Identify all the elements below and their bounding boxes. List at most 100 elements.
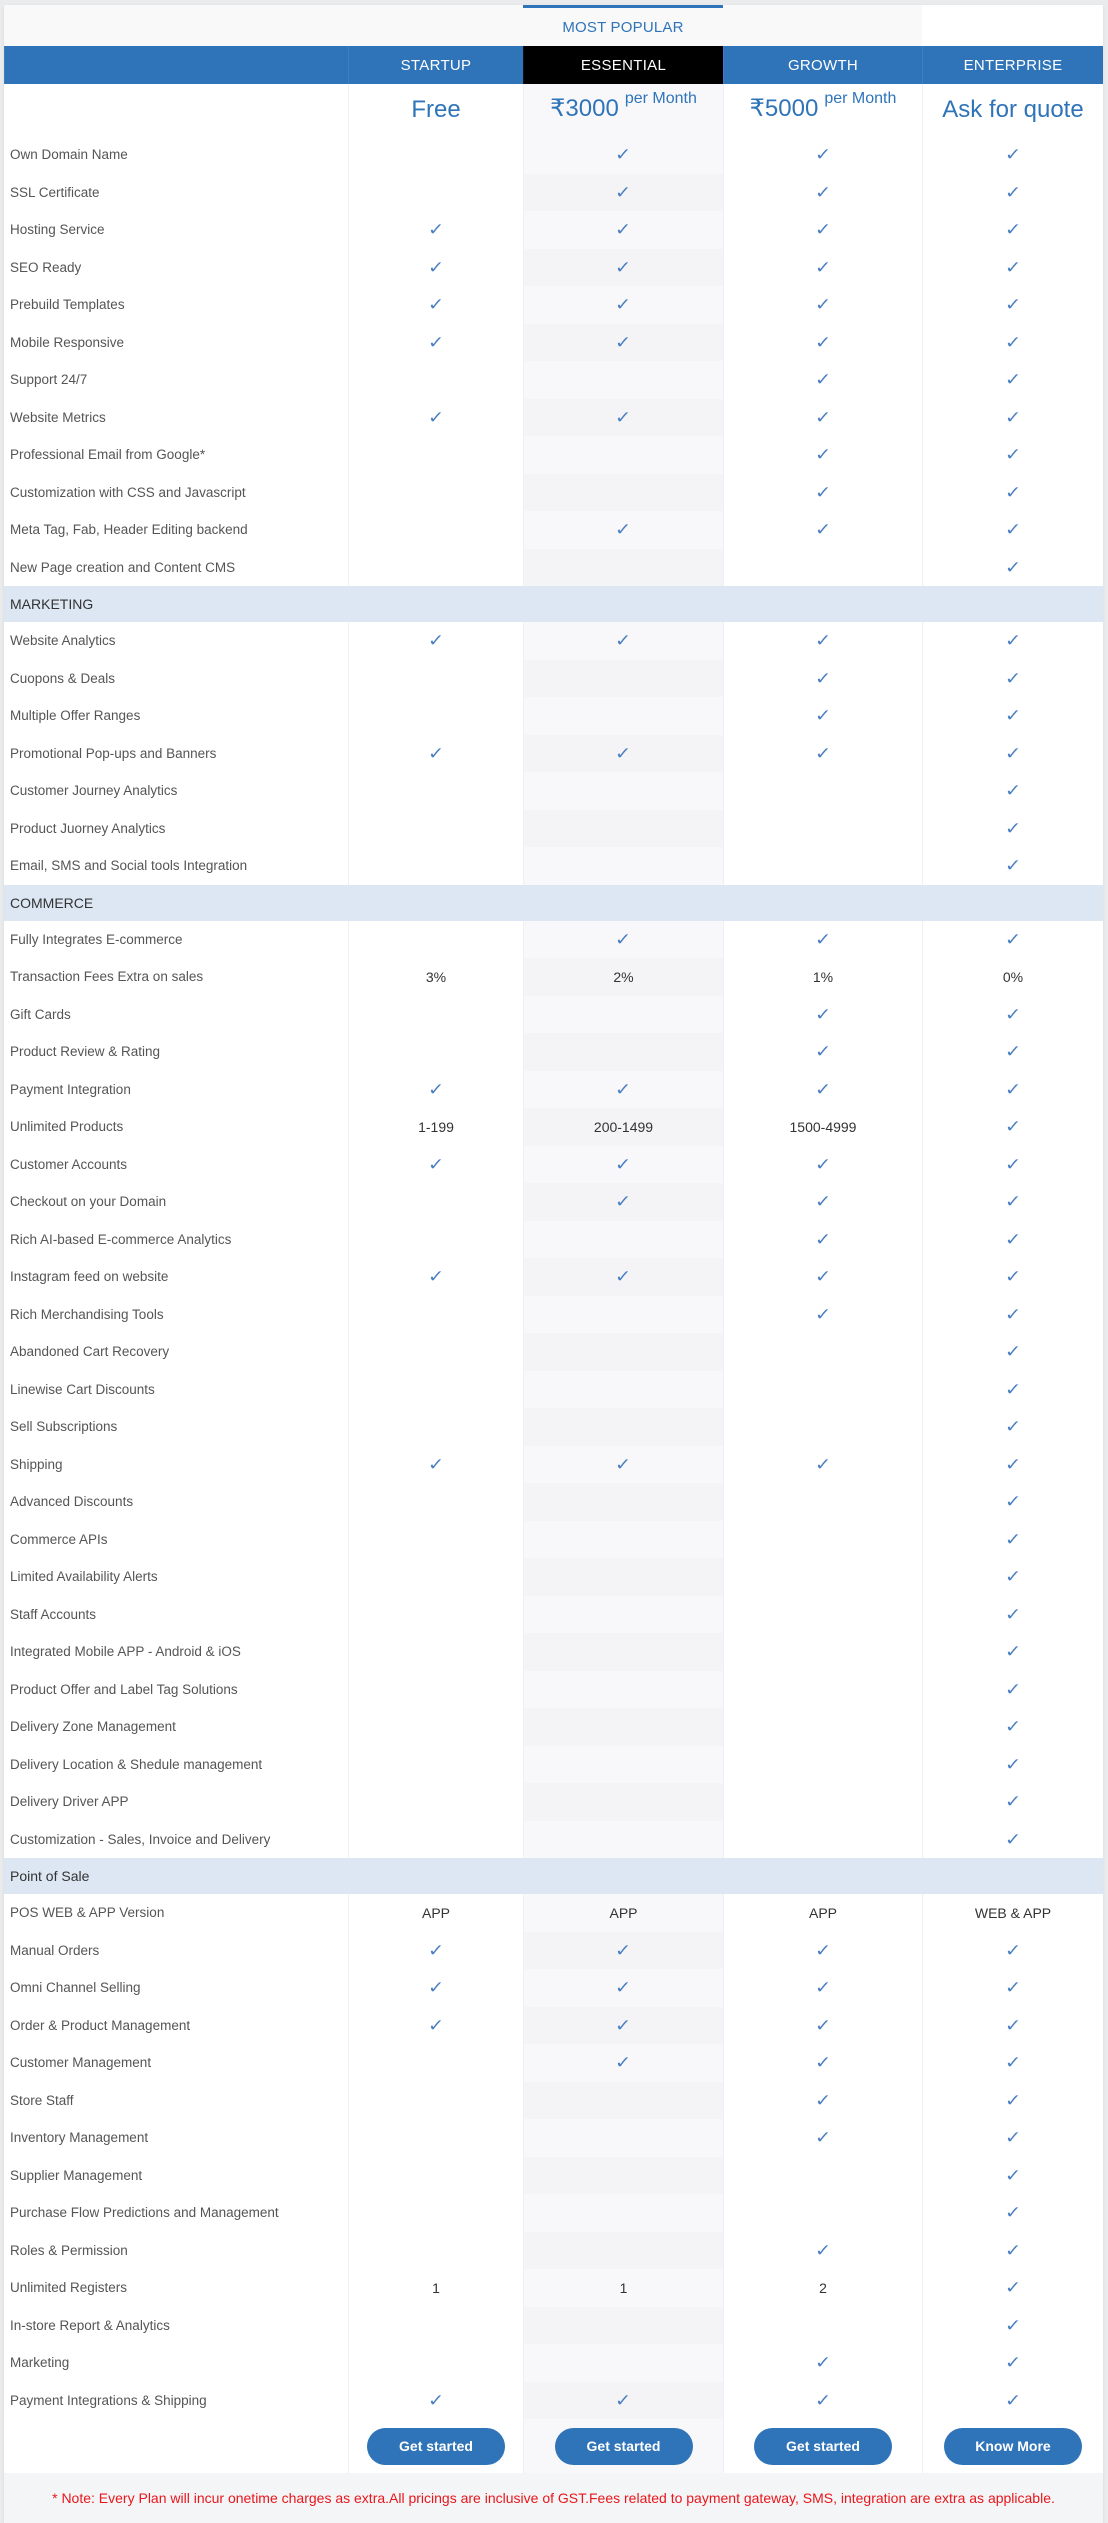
checkmark-icon: ✓	[1004, 1267, 1022, 1287]
feature-label: Mobile Responsive	[10, 334, 125, 350]
top-spacer	[723, 5, 922, 46]
feature-label: Staff Accounts	[10, 1606, 97, 1622]
feature-cell-enterprise: ✓	[922, 734, 1103, 772]
price-value: ₹3000	[550, 95, 619, 122]
checkmark-icon: ✓	[814, 1940, 832, 1960]
feature-label: Delivery Driver APP	[10, 1794, 129, 1810]
feature-cell-enterprise: ✓	[922, 511, 1103, 549]
checkmark-icon: ✓	[1004, 220, 1022, 240]
feature-row: Hosting Service ✓ ✓ ✓ ✓	[4, 211, 1103, 249]
feature-label: Customer Management	[10, 2055, 152, 2071]
most-popular-badge: MOST POPULAR	[523, 5, 723, 46]
feature-group: POS WEB & APP Version APP APP APP WEB & APP M…	[4, 1894, 1103, 2419]
checkmark-icon: ✓	[1004, 1004, 1022, 1024]
feature-cell-startup	[348, 1633, 523, 1671]
feature-cell-growth: ✓	[723, 697, 922, 735]
feature-cell-startup	[348, 1783, 523, 1821]
checkmark-icon: ✓	[1004, 1342, 1022, 1362]
feature-row: Purchase Flow Predictions and Management…	[4, 2194, 1103, 2232]
checkmark-icon: ✓	[814, 2240, 832, 2260]
know-more-enterprise-button[interactable]: Know More	[944, 2427, 1082, 2465]
feature-cell-enterprise: ✓	[922, 2119, 1103, 2157]
feature-label: In-store Report & Analytics	[10, 2317, 170, 2333]
checkmark-icon: ✓	[427, 407, 445, 427]
feature-row: New Page creation and Content CMS ✓	[4, 548, 1103, 586]
feature-label: Abandoned Cart Recovery	[10, 1344, 170, 1360]
feature-row: Website Analytics ✓ ✓ ✓ ✓	[4, 622, 1103, 660]
feature-cell-essential: ✓	[523, 286, 723, 324]
feature-row: Instagram feed on website ✓ ✓ ✓ ✓	[4, 1258, 1103, 1296]
feature-cell-essential	[523, 1670, 723, 1708]
feature-row: Linewise Cart Discounts ✓	[4, 1370, 1103, 1408]
feature-row: Gift Cards ✓ ✓	[4, 995, 1103, 1033]
feature-label: Promotional Pop-ups and Banners	[10, 745, 217, 761]
feature-cell-enterprise: ✓	[922, 995, 1103, 1033]
feature-row: Advanced Discounts ✓	[4, 1483, 1103, 1521]
feature-row: Payment Integrations & Shipping ✓ ✓ ✓ ✓	[4, 2381, 1103, 2419]
feature-cell-enterprise: ✓	[922, 1295, 1103, 1333]
feature-value: WEB & APP	[974, 1904, 1052, 1921]
feature-cell-enterprise: ✓	[922, 772, 1103, 810]
feature-cell-startup	[348, 511, 523, 549]
checkmark-icon: ✓	[427, 743, 445, 763]
checkmark-icon: ✓	[814, 1267, 832, 1287]
feature-label: Email, SMS and Social tools Integration	[10, 858, 248, 874]
checkmark-icon: ✓	[615, 1192, 632, 1212]
get-started-growth-button[interactable]: Get started	[754, 2427, 892, 2465]
feature-row: Product Offer and Label Tag Solutions ✓	[4, 1670, 1103, 1708]
feature-row: In-store Report & Analytics ✓	[4, 2306, 1103, 2344]
feature-cell-startup	[348, 2119, 523, 2157]
feature-cell-essential	[523, 1520, 723, 1558]
checkmark-icon: ✓	[1004, 1492, 1022, 1512]
feature-cell-enterprise: ✓	[922, 2156, 1103, 2194]
feature-cell-essential: ✓	[523, 398, 723, 436]
feature-group: Website Analytics ✓ ✓ ✓ ✓ Cuopons & Deals ✓ ✓ Mu…	[4, 622, 1103, 885]
feature-cell-startup	[348, 436, 523, 474]
checkmark-icon: ✓	[814, 1978, 832, 1998]
feature-cell-growth: ✓	[723, 920, 922, 958]
feature-label: Unlimited Registers	[10, 2280, 128, 2296]
feature-label: Rich AI-based E-commerce Analytics	[10, 1231, 232, 1247]
feature-cell-essential	[523, 659, 723, 697]
feature-row: Order & Product Management ✓ ✓ ✓ ✓	[4, 2006, 1103, 2044]
feature-cell-essential	[523, 1295, 723, 1333]
checkmark-icon: ✓	[615, 631, 632, 651]
feature-group: Own Domain Name ✓ ✓ ✓ SSL Certificate ✓ ✓ ✓ Host…	[4, 136, 1103, 586]
feature-row: Product Juorney Analytics ✓	[4, 809, 1103, 847]
get-started-startup-button[interactable]: Get started	[367, 2427, 505, 2465]
feature-cell-startup	[348, 2156, 523, 2194]
feature-row: POS WEB & APP Version APP APP APP WEB & APP	[4, 1894, 1103, 1932]
checkmark-icon: ✓	[1004, 1117, 1022, 1137]
feature-cell-enterprise: ✓	[922, 473, 1103, 511]
feature-cell-startup	[348, 1333, 523, 1371]
checkmark-icon: ✓	[1004, 2090, 1022, 2110]
checkmark-icon: ✓	[814, 145, 832, 165]
feature-label: Own Domain Name	[10, 147, 128, 163]
feature-label: Support 24/7	[10, 372, 88, 388]
feature-row: Customization - Sales, Invoice and Deliv…	[4, 1820, 1103, 1858]
feature-row: Unlimited Products 1-199 200-1499 1500-4999…	[4, 1108, 1103, 1146]
feature-label: Sell Subscriptions	[10, 1419, 118, 1435]
feature-cell-startup: ✓	[348, 1258, 523, 1296]
feature-cell-enterprise: ✓	[922, 1145, 1103, 1183]
feature-cell-essential	[523, 1483, 723, 1521]
feature-cell-startup	[348, 1033, 523, 1071]
feature-cell-essential	[523, 697, 723, 735]
feature-value: 1	[432, 2279, 440, 2296]
feature-cell-enterprise: ✓	[922, 1333, 1103, 1371]
feature-cell-growth: ✓	[723, 2381, 922, 2419]
checkmark-icon: ✓	[814, 668, 832, 688]
pricing-note: * Note: Every Plan will incur onetime ch…	[4, 2473, 1103, 2523]
feature-row: Staff Accounts ✓	[4, 1595, 1103, 1633]
feature-cell-enterprise: WEB & APP	[922, 1894, 1103, 1932]
checkmark-icon: ✓	[1004, 818, 1022, 838]
checkmark-icon: ✓	[814, 1229, 832, 1249]
price-growth: ₹5000 per Month	[723, 84, 922, 136]
feature-cell-essential	[523, 1558, 723, 1596]
checkmark-icon: ✓	[427, 2015, 445, 2035]
feature-label: SEO Ready	[10, 259, 82, 275]
feature-row: Multiple Offer Ranges ✓ ✓	[4, 697, 1103, 735]
feature-cell-startup: APP	[348, 1894, 523, 1932]
price-value: ₹5000	[749, 95, 819, 122]
get-started-essential-button[interactable]: Get started	[554, 2427, 693, 2465]
